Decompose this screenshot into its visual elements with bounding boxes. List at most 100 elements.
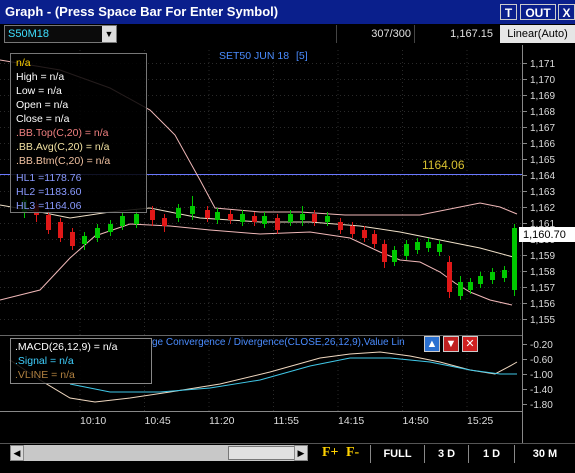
price-tick-label: 1,164	[530, 171, 555, 182]
price-tick-label: 1,159	[530, 251, 555, 262]
macd-tick-label: -0.60	[530, 355, 553, 366]
price-tick-label: 1,171	[530, 59, 555, 70]
candle	[300, 214, 305, 220]
info-hl2: HL2 =1183.60	[16, 186, 82, 198]
candle	[70, 232, 75, 246]
period-30m-button[interactable]: 30 M	[514, 445, 575, 463]
chart-period: [5]	[296, 50, 308, 62]
price-tick-label: 1,165	[530, 155, 555, 166]
period-3d-button[interactable]: 3 D	[424, 445, 468, 463]
info-symbol: n/a	[16, 57, 31, 69]
price-tick-label: 1,170	[530, 75, 555, 86]
scroll-thumb[interactable]	[228, 446, 298, 460]
info-hl1: HL1 =1178.76	[16, 172, 82, 184]
price-tick-label: 1,168	[530, 107, 555, 118]
zoom-out-button[interactable]: F-	[346, 445, 359, 461]
candle	[478, 276, 483, 284]
macd-tick-label: -1.40	[530, 385, 553, 396]
move-up-icon[interactable]: ▲	[424, 336, 440, 352]
info-bb-avg: .BB.Avg(C,20) = n/a	[16, 141, 110, 153]
move-down-icon[interactable]: ▼	[443, 336, 459, 352]
last-price-value: 1,160.70	[523, 229, 566, 241]
candle	[134, 214, 139, 224]
candle	[162, 218, 167, 226]
candle	[447, 262, 452, 292]
candle	[312, 214, 317, 222]
price-tick-label: 1,158	[530, 267, 555, 278]
price-tick-label: 1,166	[530, 139, 555, 150]
price-tick-label: 1,162	[530, 203, 555, 214]
signal-value: .Signal = n/a	[15, 355, 74, 367]
price-tick-label: 1,163	[530, 187, 555, 198]
info-open: Open = n/a	[16, 99, 69, 111]
zoom-in-button[interactable]: F+	[322, 445, 339, 461]
scroll-right-icon[interactable]: ▶	[294, 445, 308, 461]
candle	[262, 216, 267, 224]
candle	[82, 236, 87, 244]
price-tick-label: 1,157	[530, 283, 555, 294]
candle	[512, 228, 517, 290]
info-high: High = n/a	[16, 71, 65, 83]
macd-value: .MACD(26,12,9) = n/a	[15, 341, 118, 353]
scroll-left-icon[interactable]: ◀	[10, 445, 24, 461]
candle	[120, 216, 125, 226]
info-hl3: HL3 =1164.06	[16, 200, 82, 212]
info-close: Close = n/a	[16, 113, 70, 125]
time-tick-label: 11:55	[274, 415, 300, 427]
price-tick-label: 1,155	[530, 315, 555, 326]
candle	[275, 218, 280, 230]
candle	[190, 206, 195, 214]
time-tick-label: 11:20	[209, 415, 235, 427]
macd-description: ge Convergence / Divergence(CLOSE,26,12,…	[152, 337, 405, 348]
candle	[325, 216, 330, 222]
candle	[372, 234, 377, 244]
candle	[46, 215, 51, 230]
macd-legend: .MACD(26,12,9) = n/a .Signal = n/a .VLIN…	[10, 338, 152, 384]
time-tick-label: 14:15	[338, 415, 364, 427]
candle	[150, 210, 155, 220]
macd-tick-label: -0.20	[530, 340, 553, 351]
time-tick-label: 14:50	[403, 415, 429, 427]
candle	[288, 214, 293, 222]
candle	[502, 270, 507, 278]
candle	[215, 212, 220, 220]
candle	[362, 230, 367, 238]
candle	[240, 214, 245, 222]
candle	[108, 224, 113, 232]
period-1d-button[interactable]: 1 D	[468, 445, 514, 463]
candle	[350, 226, 355, 234]
candle	[205, 210, 210, 218]
time-tick-label: 10:45	[145, 415, 171, 427]
chart-title: SET50 JUN 18	[219, 50, 289, 62]
candle	[468, 282, 473, 290]
price-tick-label: 1,169	[530, 91, 555, 102]
horizontal-scrollbar[interactable]: ◀ ▶	[10, 445, 308, 461]
info-bb-btm: .BB.Btm(C,20) = n/a	[16, 155, 111, 167]
period-full-button[interactable]: FULL	[370, 445, 424, 463]
ohlc-info-panel: n/a High = n/a Low = n/a Open = n/a Clos…	[10, 53, 147, 213]
candle	[415, 242, 420, 250]
info-bb-top: .BB.Top(C,20) = n/a	[16, 127, 109, 139]
candle	[382, 244, 387, 262]
price-axis: 1,171 1,170 1,169 1,168 1,167 1,166 1,165 1,164…	[522, 59, 555, 326]
close-indicator-icon[interactable]: ✕	[462, 336, 478, 352]
time-axis: 10:10 10:45 11:20 11:55 14:15 14:50 15:25	[80, 415, 493, 427]
candle	[404, 244, 409, 256]
candle	[392, 250, 397, 262]
macd-tick-label: -1.80	[530, 400, 553, 411]
candle	[437, 244, 442, 252]
time-tick-label: 10:10	[80, 415, 106, 427]
candle	[426, 242, 431, 248]
macd-tick-label: -1.00	[530, 370, 553, 381]
time-tick-label: 15:25	[467, 415, 493, 427]
price-tick-label: 1,156	[530, 299, 555, 310]
candle	[490, 272, 495, 280]
candle	[338, 222, 343, 230]
price-tick-label: 1,167	[530, 123, 555, 134]
candle	[176, 208, 181, 218]
candle	[58, 222, 63, 238]
hl3-level-label: 1164.06	[422, 158, 465, 172]
candle	[228, 214, 233, 220]
info-low: Low = n/a	[16, 85, 62, 97]
vline-value: .VLINE = n/a	[15, 369, 75, 381]
